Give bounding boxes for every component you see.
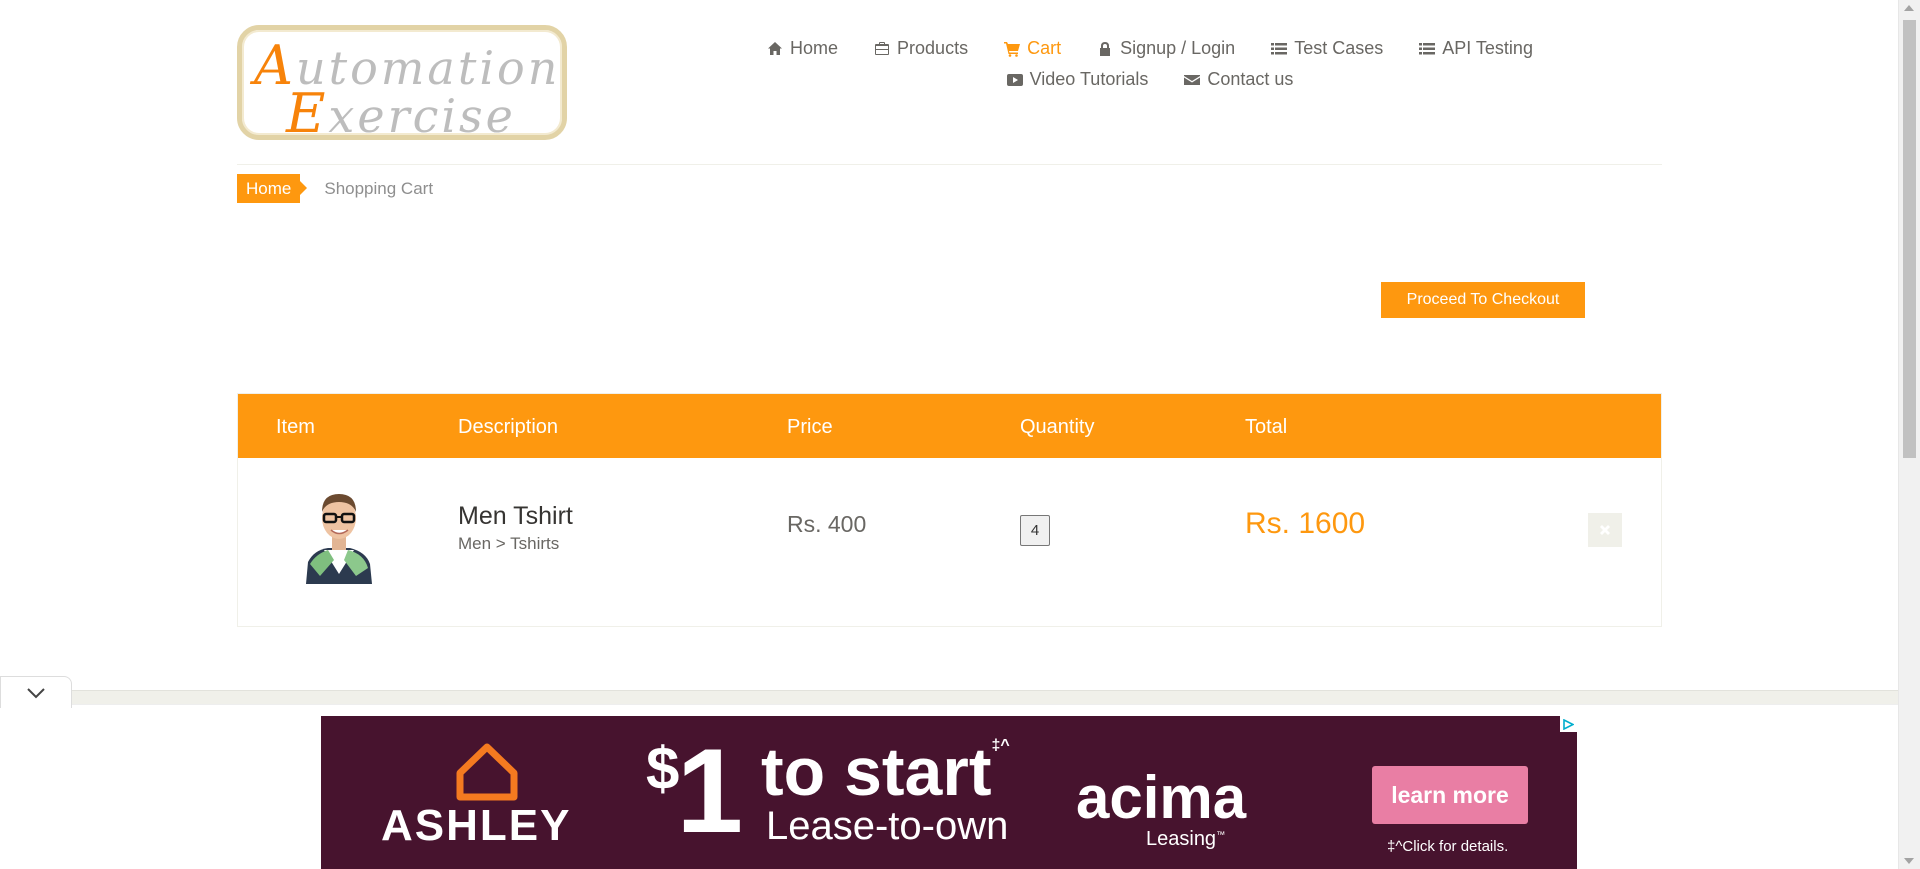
nav-video-tutorials-label: Video Tutorials [1029, 69, 1149, 89]
nav-products[interactable]: Products [856, 38, 986, 59]
nav-row-2: Video Tutorials Contact us [740, 69, 1560, 90]
ad-banner[interactable]: ASHLEY $1 to start‡^ Lease-to-own acima … [321, 716, 1577, 869]
nav-cart-label: Cart [1027, 38, 1062, 58]
delete-item-button[interactable] [1588, 513, 1622, 547]
cart-table: Item Description Price Quantity Total Me… [237, 393, 1662, 627]
nav-contact-us-label: Contact us [1207, 69, 1294, 89]
product-total: Rs. 1600 [1245, 507, 1366, 540]
product-name-link[interactable]: Men Tshirt [458, 502, 573, 531]
header-quantity: Quantity [1020, 416, 1095, 438]
youtube-icon [1006, 73, 1023, 86]
page-scrollbar[interactable] [1898, 0, 1920, 869]
header-total: Total [1245, 416, 1288, 438]
ad-learn-more-button[interactable]: learn more [1372, 766, 1528, 824]
ad-brand: ASHLEY [381, 801, 572, 850]
header-price: Price [787, 416, 833, 438]
close-icon [1600, 525, 1610, 535]
nav-contact-us[interactable]: Contact us [1166, 69, 1311, 90]
product-quantity: 4 [1020, 515, 1050, 546]
nav-row-1: Home Products Cart Signup / Login Test C… [740, 38, 1560, 59]
ad-partner: acima [1076, 764, 1247, 831]
chevron-down-icon [27, 687, 45, 698]
header-description: Description [458, 416, 559, 438]
header-item: Item [276, 416, 315, 438]
ad-divider-strip [0, 690, 1898, 704]
scroll-down-arrow-icon[interactable] [1904, 858, 1914, 864]
nav-signup-login[interactable]: Signup / Login [1079, 38, 1253, 59]
product-category: Men > Tshirts [458, 534, 560, 553]
ad-footnote: ‡^Click for details. [1387, 838, 1509, 855]
main-nav: Home Products Cart Signup / Login Test C… [740, 38, 1560, 100]
nav-test-cases[interactable]: Test Cases [1253, 38, 1401, 59]
nav-api-testing-label: API Testing [1442, 38, 1533, 58]
breadcrumb-home-link[interactable]: Home [237, 174, 308, 203]
adchoices-icon [1563, 718, 1574, 730]
list-icon [1419, 42, 1436, 54]
breadcrumb-current: Shopping Cart [324, 178, 434, 198]
scroll-up-arrow-icon[interactable] [1904, 5, 1914, 11]
lock-icon [1100, 41, 1111, 56]
breadcrumb: Home Shopping Cart [237, 174, 433, 203]
nav-api-testing[interactable]: API Testing [1401, 38, 1551, 59]
nav-home[interactable]: Home [749, 38, 856, 59]
nav-products-label: Products [897, 38, 969, 58]
nav-signup-login-label: Signup / Login [1120, 38, 1236, 58]
ashley-house-logo [456, 743, 518, 801]
ad-partner-sub: Leasing™ [1146, 828, 1226, 850]
home-icon [768, 41, 783, 55]
cart-icon [1004, 41, 1021, 57]
cart-table-header: Item Description Price Quantity Total [238, 394, 1661, 458]
ad-subline: Lease-to-own [766, 804, 1009, 848]
ad-amount: $1 [646, 724, 743, 858]
envelope-icon [1184, 74, 1201, 85]
ad-collapse-toggle[interactable] [0, 676, 72, 708]
adchoices-button[interactable] [1560, 716, 1577, 732]
nav-cart[interactable]: Cart [986, 38, 1079, 59]
page: Automation Exercise Home Products Cart S… [0, 0, 1898, 869]
proceed-to-checkout-button[interactable]: Proceed To Checkout [1381, 282, 1585, 318]
site-logo[interactable]: Automation Exercise [237, 25, 567, 145]
ad-headline: to start‡^ [761, 734, 1010, 810]
scroll-thumb[interactable] [1903, 20, 1916, 458]
header-divider [237, 164, 1662, 165]
briefcase-icon [875, 41, 890, 55]
nav-test-cases-label: Test Cases [1294, 38, 1384, 58]
product-image[interactable] [298, 480, 380, 584]
logo-line-2: Exercise [286, 82, 516, 145]
product-price: Rs. 400 [787, 511, 867, 537]
nav-home-label: Home [790, 38, 839, 58]
nav-video-tutorials[interactable]: Video Tutorials [989, 69, 1167, 90]
list-icon [1271, 42, 1288, 54]
